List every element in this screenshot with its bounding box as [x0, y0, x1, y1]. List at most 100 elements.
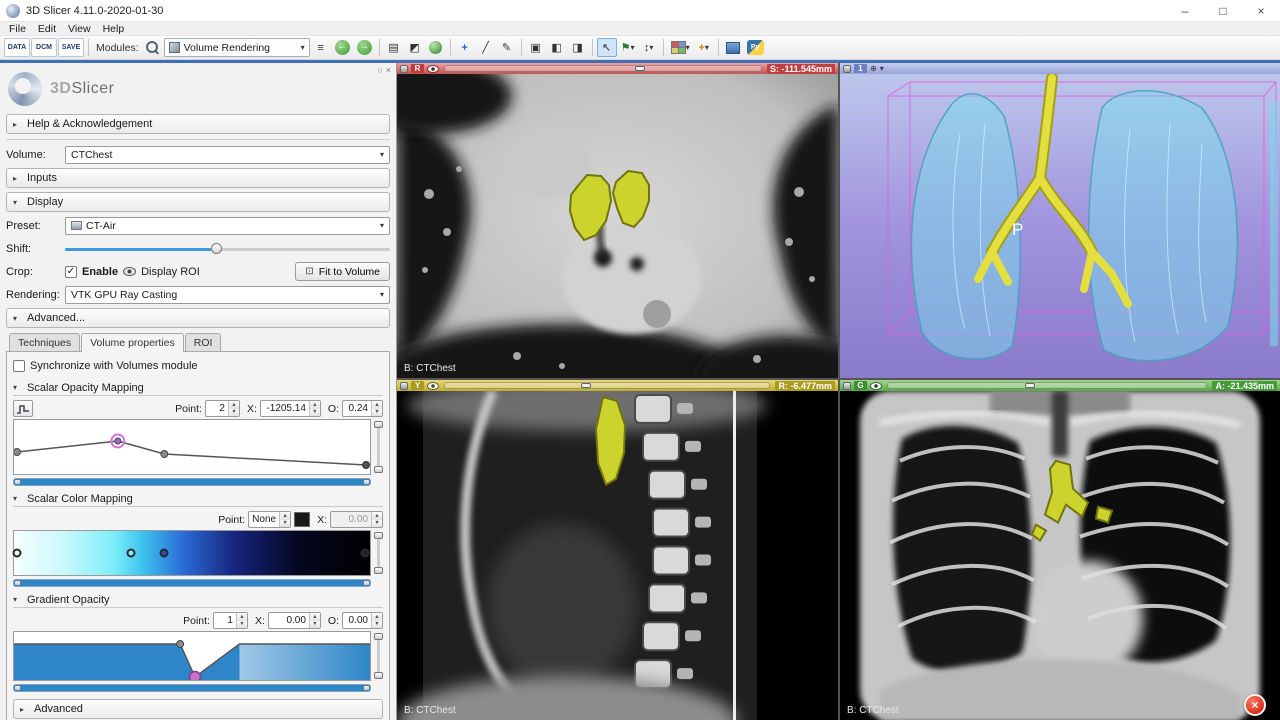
module-selector[interactable]: Volume Rendering ▾	[163, 38, 310, 57]
visibility-eye-icon[interactable]	[870, 381, 882, 390]
histogram-button[interactable]	[13, 400, 33, 417]
range-handle-right[interactable]	[363, 580, 370, 586]
markups-fiducial-button[interactable]: +	[455, 38, 475, 57]
color-node-start[interactable]	[12, 548, 22, 558]
yellow-slice-image-area[interactable]: B: CTChest	[397, 391, 838, 720]
python-console-button[interactable]: Py	[744, 38, 767, 57]
close-button[interactable]: ×	[1242, 0, 1280, 22]
transform-mode-button[interactable]: ↕ ▾	[639, 38, 659, 57]
minimize-button[interactable]: –	[1166, 0, 1204, 22]
panel-close-icon[interactable]: ×	[386, 65, 391, 75]
tab-volume-properties[interactable]: Volume properties	[81, 333, 184, 352]
rendering-selector[interactable]: VTK GPU Ray Casting ▾	[65, 285, 390, 304]
color-node-blue[interactable]	[159, 548, 169, 558]
screenshot-button[interactable]: ▣	[526, 38, 546, 57]
layout-selector-button[interactable]: ▾	[668, 38, 693, 57]
tab-techniques[interactable]: Techniques	[9, 333, 81, 351]
preset-selector[interactable]: CT-Air ▾	[65, 216, 390, 235]
crosshair-button[interactable]: + ▾	[694, 38, 714, 57]
extensions-button[interactable]	[426, 38, 446, 57]
range-handle-left[interactable]	[14, 685, 21, 691]
inputs-section[interactable]: ▸ Inputs	[6, 168, 390, 188]
opacity-zoom-slider[interactable]	[374, 419, 383, 475]
load-data-button[interactable]: DATA	[4, 38, 30, 57]
color-node-cyan[interactable]	[126, 548, 136, 558]
history-forward-button[interactable]: →	[354, 38, 375, 57]
annotation-button[interactable]: ✎	[497, 38, 517, 57]
chevron-down-icon[interactable]: ▾	[880, 64, 884, 73]
menu-edit[interactable]: Edit	[32, 23, 62, 35]
pin-icon[interactable]	[843, 381, 851, 390]
slider-handle[interactable]	[211, 242, 223, 254]
ruler-button[interactable]: ╱	[476, 38, 496, 57]
tab-roi[interactable]: ROI	[184, 333, 222, 351]
gradient-opacity-graph[interactable]	[13, 631, 371, 681]
range-handle-right[interactable]	[363, 685, 370, 691]
menu-help[interactable]: Help	[97, 23, 131, 35]
opacity-x-spinbox[interactable]: -1205.14 ▲ ▼	[259, 400, 321, 417]
scene-views-button[interactable]: ▤	[384, 38, 404, 57]
range-handle-left[interactable]	[14, 479, 21, 485]
red-slice-image-area[interactable]: B: CTChest	[397, 74, 838, 378]
slider-handle[interactable]	[634, 66, 645, 71]
compare-view-button[interactable]: ◧	[547, 38, 567, 57]
red-slice-slider[interactable]	[444, 65, 762, 72]
color-swatch-button[interactable]	[294, 512, 311, 527]
recording-stop-button[interactable]: ×	[1244, 694, 1266, 716]
threed-render-area[interactable]: P	[840, 74, 1280, 378]
history-back-button[interactable]: ←	[332, 38, 353, 57]
menu-view[interactable]: View	[62, 23, 97, 35]
save-button[interactable]: SAVE	[58, 38, 84, 57]
range-handle-right[interactable]	[363, 479, 370, 485]
gradient-point-spinbox[interactable]: 1 ▲ ▼	[212, 612, 248, 629]
gradient-opacity-section[interactable]: ▾ Gradient Opacity	[13, 592, 383, 608]
display-roi-label[interactable]: Display ROI	[141, 266, 200, 278]
opacity-range-slider[interactable]	[13, 478, 371, 486]
extension-manager-button[interactable]	[723, 38, 743, 57]
maximize-button[interactable]: □	[1204, 0, 1242, 22]
color-zoom-slider[interactable]	[374, 530, 383, 576]
color-point-spinbox[interactable]: None ▲ ▼	[248, 511, 292, 528]
pin-icon[interactable]	[400, 381, 408, 390]
panel-pin-icon[interactable]: ○	[377, 65, 382, 75]
opacity-o-spinbox[interactable]: 0.24 ▲ ▼	[342, 400, 383, 417]
green-slice-slider[interactable]	[887, 382, 1208, 389]
scalar-color-section[interactable]: ▾ Scalar Color Mapping	[13, 491, 383, 507]
fit-to-volume-button[interactable]: ⊡ Fit to Volume	[295, 262, 390, 281]
yellow-slice-slider[interactable]	[444, 382, 771, 389]
opacity-point-spinbox[interactable]: 2 ▲ ▼	[204, 400, 240, 417]
pin-icon[interactable]	[400, 64, 408, 73]
visibility-eye-icon[interactable]	[427, 64, 439, 73]
module-search-button[interactable]	[143, 38, 163, 57]
scalar-opacity-graph[interactable]	[13, 419, 371, 475]
gradient-zoom-slider[interactable]	[374, 631, 383, 681]
volume-module-button[interactable]: ◩	[405, 38, 425, 57]
module-history-button[interactable]: ≡	[311, 38, 331, 57]
menu-file[interactable]: File	[3, 23, 32, 35]
range-handle-left[interactable]	[14, 580, 21, 586]
place-fiducial-button[interactable]: ⚑ ▾	[618, 38, 638, 57]
color-node-end[interactable]	[360, 548, 370, 558]
crop-enable-checkbox[interactable]: ✓	[65, 265, 77, 278]
volume-selector[interactable]: CTChest ▾	[65, 145, 390, 164]
slider-handle[interactable]	[581, 383, 592, 388]
advanced-bottom-section[interactable]: ▸ Advanced	[13, 699, 383, 719]
pin-icon[interactable]	[843, 64, 851, 73]
slider-handle[interactable]	[1024, 383, 1035, 388]
dicom-button[interactable]: DCM	[31, 38, 57, 57]
center-view-icon[interactable]: ⊕	[870, 64, 877, 73]
color-range-slider[interactable]	[13, 579, 371, 587]
compare-view-2-button[interactable]: ◨	[568, 38, 588, 57]
visibility-eye-icon[interactable]	[427, 381, 439, 390]
shift-slider[interactable]	[65, 241, 390, 257]
synchronize-checkbox[interactable]	[13, 359, 25, 372]
scalar-color-gradient[interactable]	[12, 530, 371, 576]
gradient-range-slider[interactable]	[13, 684, 371, 692]
advanced-section[interactable]: ▾ Advanced...	[6, 308, 390, 328]
scalar-opacity-section[interactable]: ▾ Scalar Opacity Mapping	[13, 380, 383, 396]
help-acknowledgement-section[interactable]: ▸ Help & Acknowledgement	[6, 114, 390, 134]
gradient-x-spinbox[interactable]: 0.00 ▲ ▼	[267, 612, 321, 629]
mouse-interaction-button[interactable]: ↖	[596, 38, 617, 57]
display-section[interactable]: ▾ Display	[6, 192, 390, 212]
roi-eye-icon[interactable]	[123, 267, 137, 276]
